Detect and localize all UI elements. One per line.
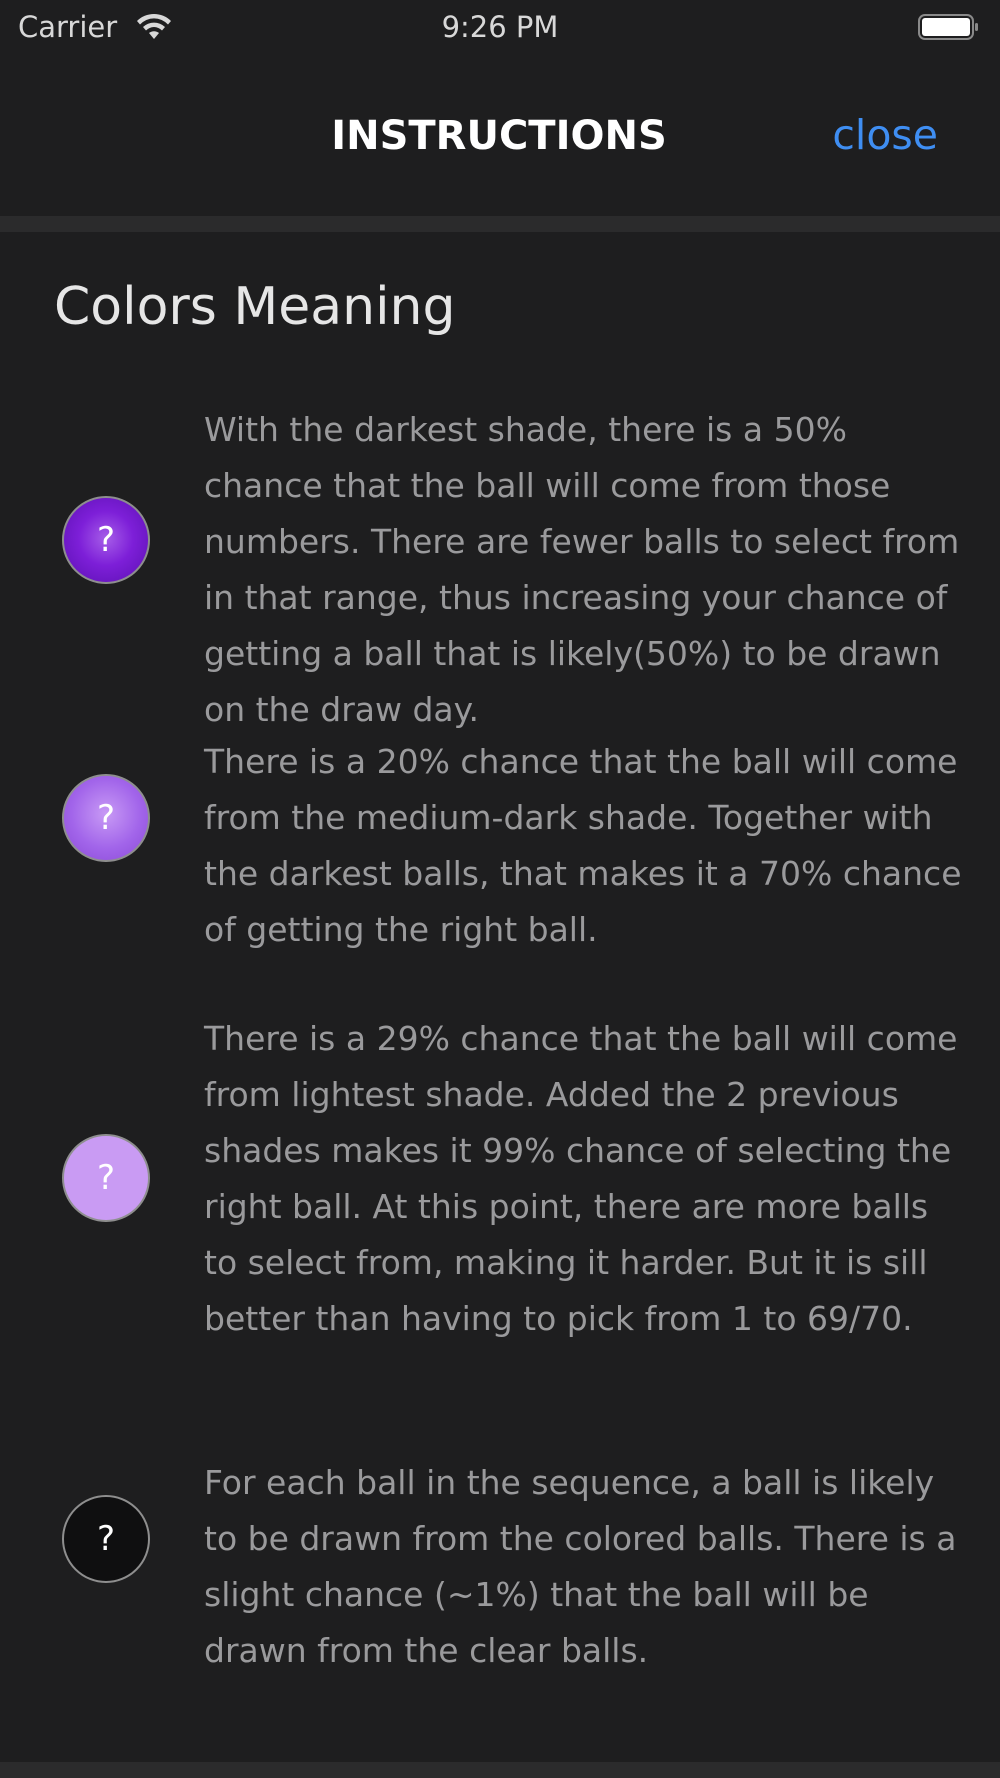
- instructions-content: Colors Meaning ? With the darkest shade,…: [0, 232, 1000, 1762]
- darkest-shade-description: With the darkest shade, there is a 50% c…: [204, 410, 960, 729]
- medium-shade-ball-icon: ?: [62, 774, 150, 862]
- header-divider: [0, 216, 1000, 232]
- close-button[interactable]: close: [832, 110, 938, 160]
- clear-ball-description: For each ball in the sequence, a ball is…: [204, 1463, 957, 1670]
- lightest-shade-ball-icon: ?: [62, 1134, 150, 1222]
- medium-shade-description: There is a 20% chance that the ball will…: [204, 742, 962, 949]
- status-time: 9:26 PM: [441, 10, 559, 44]
- lightest-shade-description: There is a 29% chance that the ball will…: [204, 1019, 958, 1338]
- battery-icon: [918, 14, 978, 40]
- bottom-divider: [0, 1762, 1000, 1778]
- darkest-shade-ball-icon: ?: [62, 496, 150, 584]
- clear-ball-icon: ?: [62, 1495, 150, 1583]
- section-title: Colors Meaning: [54, 277, 456, 337]
- status-bar: Carrier 9:26 PM: [0, 0, 1000, 54]
